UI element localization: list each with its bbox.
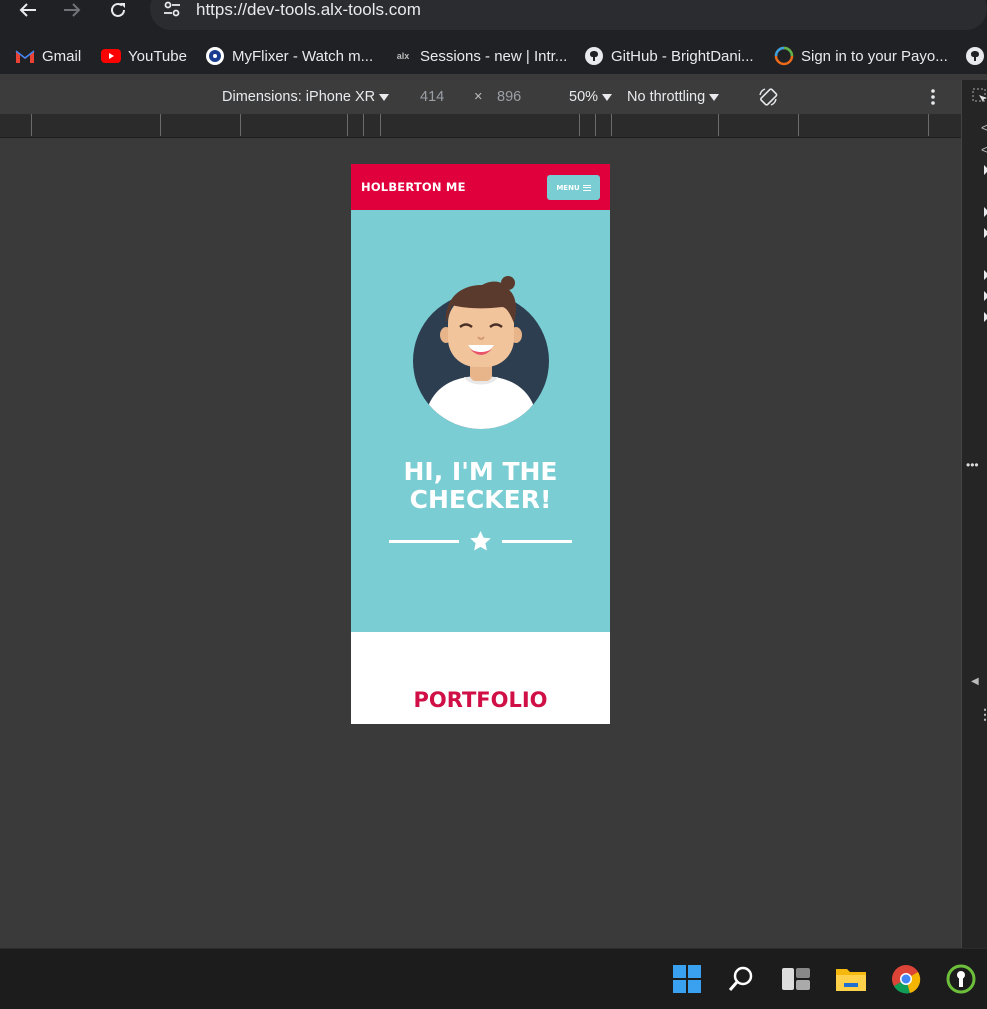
ellipsis-icon[interactable]: ••• (966, 458, 979, 472)
bookmark-sessions[interactable]: alx Sessions - new | Intr... (393, 38, 568, 74)
chevron-down-icon (709, 93, 720, 101)
bookmark-payoneer[interactable]: Sign in to your Payo... (774, 38, 948, 74)
payoneer-icon (774, 46, 794, 66)
tree-bracket: < (981, 120, 987, 135)
reload-button[interactable] (103, 0, 133, 20)
hero-title-line-2: CHECKER! (409, 485, 552, 514)
rotate-icon (759, 88, 778, 106)
media-query-ruler (0, 114, 961, 138)
panel-kebab-icon[interactable]: ⋮ (978, 706, 987, 723)
back-button[interactable] (13, 0, 43, 20)
hero-title: HI, I'M THE CHECKER! (351, 458, 610, 514)
chevron-down-icon (602, 93, 613, 101)
gmail-icon (15, 46, 35, 66)
device-height-input[interactable]: 896 (497, 80, 521, 114)
portfolio-heading: PORTFOLIO (413, 688, 548, 712)
bookmark-gmail[interactable]: Gmail (15, 38, 81, 74)
zoom-label: 50% (569, 89, 599, 105)
myflixer-icon (205, 46, 225, 66)
bookmark-label: YouTube (128, 47, 187, 65)
search-icon[interactable] (725, 963, 757, 995)
dimension-times: × (474, 89, 483, 105)
rotate-button[interactable] (757, 80, 779, 114)
devtools-panel[interactable]: < < ••• ◀ ⋮ (961, 80, 987, 948)
device-toolbar: Dimensions: iPhone XR 414 × 896 50% No t… (0, 80, 961, 114)
bookmark-youtube[interactable]: YouTube (101, 38, 187, 74)
bookmarks-bar: Gmail YouTube MyFlixer - Watch m... alx … (0, 38, 987, 74)
divider-line-right (502, 540, 572, 543)
device-dimensions-label: Dimensions: iPhone XR (222, 89, 376, 105)
bookmark-myflixer[interactable]: MyFlixer - Watch m... (205, 38, 373, 74)
file-explorer-icon[interactable] (835, 963, 867, 995)
windows-start-icon[interactable] (671, 963, 703, 995)
kebab-menu-icon (931, 89, 935, 105)
forward-button[interactable] (57, 0, 87, 20)
windows-taskbar (0, 948, 987, 1009)
bookmark-label: Sessions - new | Intr... (420, 47, 568, 65)
task-view-icon[interactable] (780, 963, 812, 995)
device-width-input[interactable]: 414 (420, 80, 444, 114)
chevron-down-icon (379, 93, 390, 101)
app-icon[interactable] (945, 963, 977, 995)
bookmark-github[interactable]: GitHub - BrightDani... (584, 38, 754, 74)
chrome-icon[interactable] (890, 963, 922, 995)
device-dimensions-select[interactable]: Dimensions: iPhone XR (222, 80, 390, 114)
more-options-button[interactable] (930, 80, 936, 114)
bookmark-label: MyFlixer - Watch m... (232, 47, 374, 65)
site-header: HOLBERTON ME MENU (351, 164, 610, 210)
collapse-arrow-icon[interactable]: ◀ (971, 676, 979, 687)
menu-label: MENU (556, 183, 580, 192)
url-text[interactable]: https://dev-tools.alx-tools.com (196, 0, 421, 20)
site-info-icon[interactable] (162, 0, 182, 25)
throttling-select[interactable]: No throttling (627, 80, 720, 114)
forward-arrow-icon (64, 3, 81, 17)
bookmark-label: Gmail (42, 47, 82, 65)
alx-icon: alx (396, 51, 410, 61)
github-icon (965, 46, 985, 66)
bookmark-label: Sign in to your Payo... (801, 47, 948, 65)
youtube-icon (101, 46, 121, 66)
hero-title-line-1: HI, I'M THE (403, 457, 558, 486)
inspect-element-icon[interactable] (972, 88, 987, 104)
bookmark-github-2[interactable] (965, 38, 987, 74)
hamburger-icon (582, 184, 591, 191)
divider-line-left (389, 540, 459, 543)
bookmark-label: GitHub - BrightDani... (611, 47, 754, 65)
avatar (413, 276, 549, 429)
browser-toolbar: https://dev-tools.alx-tools.com (0, 0, 987, 38)
hero-section: HI, I'M THE CHECKER! (351, 210, 610, 632)
star-divider (389, 530, 572, 552)
zoom-select[interactable]: 50% (569, 80, 613, 114)
back-arrow-icon (19, 3, 36, 17)
tree-bracket: < (981, 142, 987, 157)
star-icon (470, 530, 491, 551)
reload-icon (111, 2, 125, 17)
site-brand[interactable]: HOLBERTON ME (361, 180, 466, 194)
throttling-label: No throttling (627, 89, 706, 105)
menu-button[interactable]: MENU (547, 175, 600, 200)
mobile-preview: HOLBERTON ME MENU HI, I'M THE CHECKER! P… (351, 164, 610, 724)
github-icon (584, 46, 604, 66)
